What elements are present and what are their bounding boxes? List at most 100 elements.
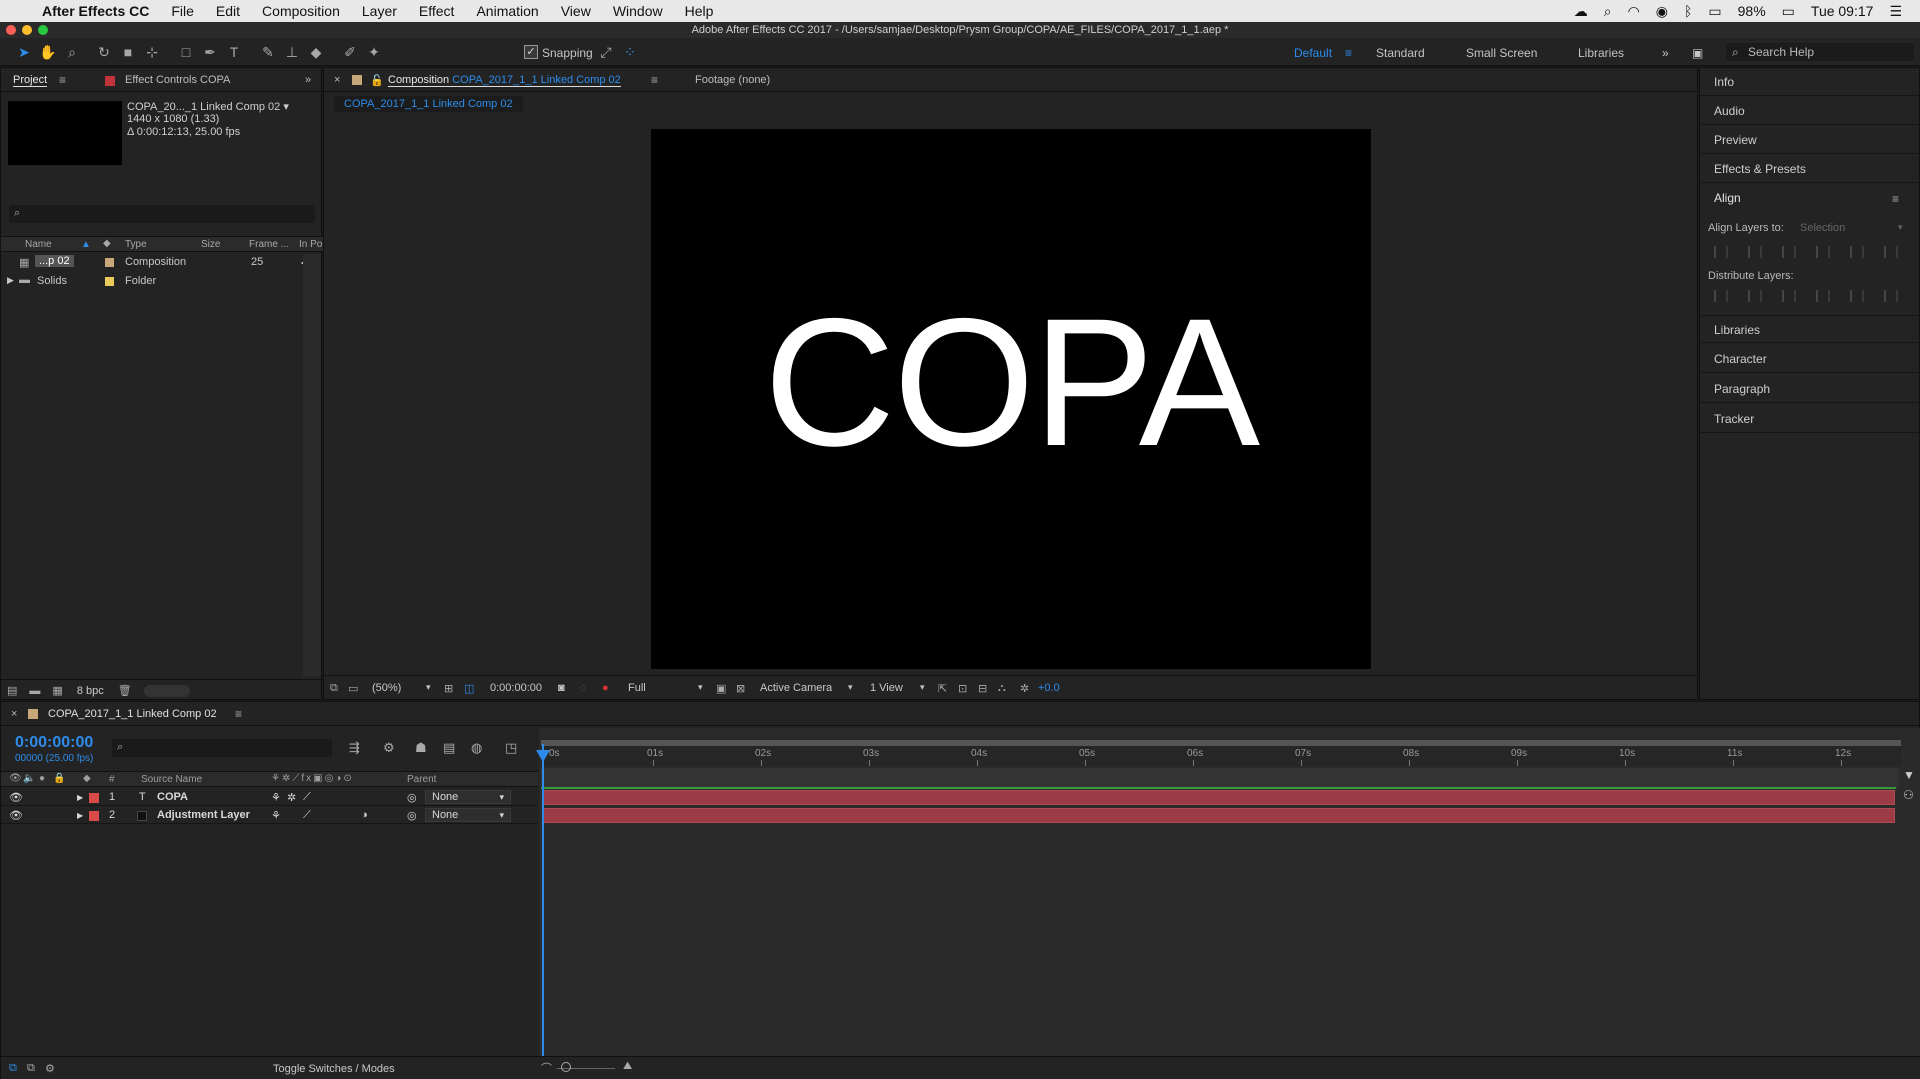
snap-options-icon[interactable]: ⤢ (596, 42, 616, 62)
bluetooth-icon[interactable]: ᛒ (1684, 3, 1692, 19)
minimize-window-button[interactable] (22, 25, 32, 35)
toggle-switches-modes-button[interactable]: Toggle Switches / Modes (273, 1063, 395, 1075)
snapping-checkbox[interactable]: ✓ (524, 45, 538, 59)
search-help-input[interactable]: ⌕ Search Help (1726, 43, 1914, 61)
align-bottom-icon[interactable] (1884, 246, 1898, 258)
sort-ascending-icon[interactable]: ▲ (81, 239, 91, 250)
flowchart-icon[interactable]: ⛬ (998, 682, 1006, 695)
chevron-down-icon[interactable]: ▾ (920, 682, 925, 693)
hand-tool-icon[interactable]: ✋ (38, 42, 58, 62)
work-area-bar[interactable] (541, 740, 1901, 746)
panel-audio[interactable]: Audio (1700, 97, 1920, 125)
col-name[interactable]: Name (25, 239, 52, 250)
current-time-indicator[interactable] (542, 744, 544, 1079)
siri-icon[interactable]: ◉ (1656, 3, 1668, 20)
app-menu[interactable]: After Effects CC (42, 3, 149, 19)
battery-percent[interactable]: 98% (1738, 3, 1766, 19)
expand-arrow-icon[interactable]: ▶ (77, 793, 83, 802)
region-of-interest-icon[interactable]: ◫ (464, 682, 474, 695)
menu-effect[interactable]: Effect (419, 3, 455, 19)
tab-project[interactable]: Project (13, 74, 48, 87)
graph-editor-icon[interactable]: ◳ (505, 740, 517, 756)
layer-label-swatch[interactable] (89, 793, 99, 803)
magnification-dropdown[interactable]: (50%) (372, 682, 401, 694)
safe-margins-icon[interactable]: ⊞ (444, 682, 453, 695)
menu-window[interactable]: Window (613, 3, 663, 19)
exposure-value[interactable]: +0.0 (1038, 682, 1060, 694)
zoom-slider-handle[interactable] (561, 1062, 571, 1072)
parent-dropdown[interactable]: None ▾ (425, 808, 511, 822)
selected-item-name[interactable]: COPA_20..._1 Linked Comp 02 ▾ (127, 100, 289, 113)
col-parent[interactable]: Parent (407, 774, 436, 785)
panel-character[interactable]: Character (1700, 345, 1920, 373)
current-time-indicator-head[interactable] (536, 750, 550, 762)
panel-tracker[interactable]: Tracker (1700, 405, 1920, 433)
spotlight-icon[interactable]: ⌕ (1604, 3, 1612, 20)
col-source-name[interactable]: Source Name (141, 774, 202, 785)
thumbnail-slider[interactable] (143, 684, 190, 697)
fast-previews-icon[interactable]: ▣ (716, 682, 726, 695)
transfer-controls-icon[interactable]: ⧉ (27, 1062, 35, 1075)
label-column-icon[interactable]: ◆ (83, 773, 91, 784)
chevron-down-icon[interactable]: ▾ (1898, 222, 1903, 233)
project-search-input[interactable]: ⌕ (9, 205, 315, 223)
menu-composition[interactable]: Composition (262, 3, 340, 19)
type-tool-icon[interactable]: T (224, 42, 244, 62)
chevron-down-icon[interactable]: ▾ (848, 682, 853, 693)
layer-name[interactable]: Adjustment Layer (157, 809, 250, 821)
col-type[interactable]: Type (125, 239, 147, 250)
distribute-right-icon[interactable] (1884, 290, 1898, 302)
always-preview-icon[interactable]: ⧉ (330, 682, 338, 695)
show-snapshot-icon[interactable]: ◌ (580, 682, 587, 694)
timeline-comp-tab[interactable]: COPA_2017_1_1 Linked Comp 02 (48, 708, 217, 720)
align-menu-icon[interactable]: ≡ (1892, 192, 1899, 206)
zoom-out-icon[interactable]: ⌒ (541, 1060, 552, 1076)
rectangle-tool-icon[interactable]: □ (176, 42, 196, 62)
col-in-point[interactable]: In Po (299, 239, 322, 250)
timeline-current-time[interactable]: 0:00:00:00 (15, 734, 93, 752)
pen-tool-icon[interactable]: ✒ (200, 42, 220, 62)
current-time-display[interactable]: 0:00:00:00 (490, 682, 542, 694)
camera-tool-icon[interactable]: ■ (118, 42, 138, 62)
zoom-in-icon[interactable]: ⛰ (623, 1060, 632, 1073)
align-vcenter-icon[interactable] (1850, 246, 1864, 258)
comp-button-icon[interactable]: ⚇ (1903, 788, 1914, 802)
project-menu-icon[interactable]: ≡ (59, 73, 66, 87)
eraser-tool-icon[interactable]: ◆ (306, 42, 326, 62)
new-composition-icon[interactable]: ▦ (52, 684, 62, 697)
trash-icon[interactable]: 🗑 (118, 684, 132, 697)
pickwhip-icon[interactable]: ◎ (407, 809, 417, 822)
close-tab-icon[interactable]: × (11, 708, 17, 720)
project-row-name[interactable]: Solids (37, 275, 67, 287)
menu-help[interactable]: Help (685, 3, 714, 19)
pickwhip-icon[interactable]: ◎ (407, 791, 417, 804)
distribute-hcenter-icon[interactable] (1850, 290, 1864, 302)
project-row-name[interactable]: ...p 02 (35, 255, 74, 267)
airplay-icon[interactable]: ▭ (1708, 3, 1721, 20)
panel-effects-presets[interactable]: Effects & Presets (1700, 155, 1920, 183)
menu-edit[interactable]: Edit (216, 3, 240, 19)
zoom-tool-icon[interactable]: ⌕ (62, 42, 82, 62)
align-layers-dropdown[interactable]: Selection (1800, 222, 1845, 234)
clock[interactable]: Tue 09:17 (1811, 3, 1874, 19)
snap-feature-icon[interactable]: ⁘ (620, 42, 640, 62)
draft-3d-icon[interactable]: ⚙ (383, 740, 395, 756)
align-right-icon[interactable] (1782, 246, 1796, 258)
bit-depth-button[interactable]: 8 bpc (77, 685, 104, 697)
parent-dropdown[interactable]: None ▾ (425, 790, 511, 804)
distribute-bottom-icon[interactable] (1782, 290, 1796, 302)
layer-bar-adjustment[interactable] (543, 808, 1895, 823)
panel-toggle-icon[interactable]: ▣ (1692, 46, 1703, 60)
solo-icon[interactable]: ● (39, 773, 45, 784)
rotate-tool-icon[interactable]: ↻ (94, 42, 114, 62)
wifi-icon[interactable]: ◠ (1628, 3, 1640, 20)
layer-row-copa[interactable]: 👁 ▶ 1 T COPA ⚘ ✲ ⟋ ◎ None ▾ (1, 789, 538, 806)
tab-effect-controls[interactable]: Effect Controls COPA (125, 74, 230, 86)
comp-menu-icon[interactable]: ≡ (651, 73, 658, 87)
motion-blur-icon[interactable]: ◍ (471, 740, 482, 756)
channel-rgb-icon[interactable]: ● (602, 682, 609, 694)
workspace-small-screen[interactable]: Small Screen (1466, 46, 1537, 60)
chevron-down-icon[interactable]: ▾ (426, 682, 431, 693)
menu-animation[interactable]: Animation (476, 3, 538, 19)
panel-align[interactable]: Align (1700, 184, 1920, 212)
